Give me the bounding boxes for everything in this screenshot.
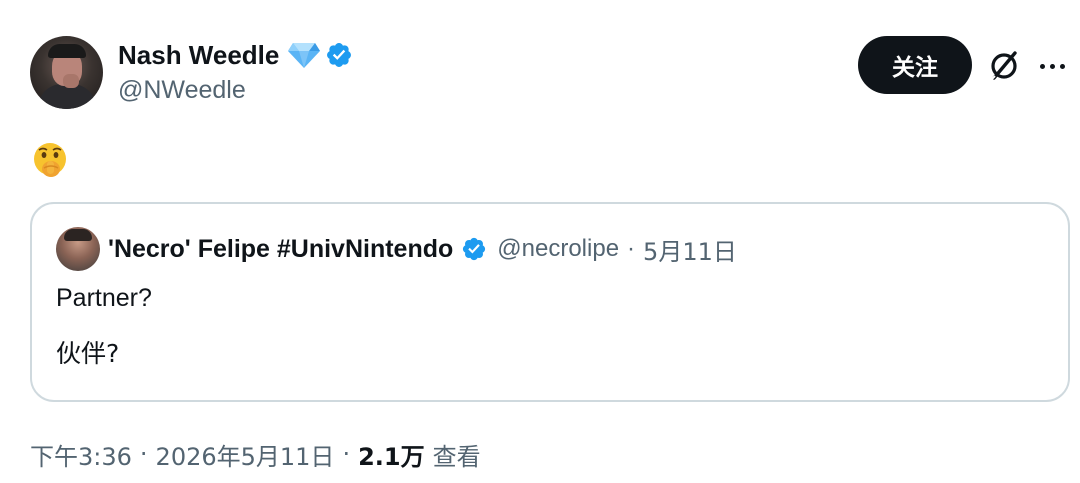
tweet-meta: 下午3:36 · 2026年5月11日 · 2.1万 查看 bbox=[30, 436, 481, 472]
follow-button[interactable]: 关注 bbox=[858, 36, 972, 94]
meta-separator: · bbox=[342, 440, 351, 468]
more-options-icon[interactable] bbox=[1034, 50, 1070, 82]
quoted-verified-icon bbox=[463, 237, 486, 261]
shushing-face-emoji-icon bbox=[34, 143, 66, 177]
tweet-time[interactable]: 下午3:36 bbox=[30, 437, 132, 472]
quoted-author-handle[interactable]: @necrolipe bbox=[497, 235, 619, 263]
quoted-author-avatar[interactable] bbox=[56, 227, 100, 271]
quoted-author-display-name[interactable]: 'Necro' Felipe #UnivNintendo bbox=[108, 235, 453, 264]
author-display-name[interactable]: Nash Weedle bbox=[118, 40, 279, 71]
quoted-tweet-header: 'Necro' Felipe #UnivNintendo @necrolipe … bbox=[108, 232, 737, 266]
tweet: Nash Weedle @NWeedle 关注 'Necro' Felipe #… bbox=[0, 0, 1080, 483]
verified-icon bbox=[327, 43, 352, 67]
quoted-separator: · bbox=[627, 235, 636, 262]
author-handle[interactable]: @NWeedle bbox=[118, 76, 246, 105]
grok-icon[interactable] bbox=[986, 48, 1022, 84]
tweet-date[interactable]: 2026年5月11日 bbox=[156, 437, 335, 472]
quoted-date[interactable]: 5月11日 bbox=[643, 232, 737, 267]
gem-icon bbox=[288, 43, 321, 68]
meta-separator: · bbox=[139, 440, 148, 468]
views-count: 2.1万 bbox=[358, 442, 425, 471]
quoted-tweet-card[interactable]: 'Necro' Felipe #UnivNintendo @necrolipe … bbox=[30, 202, 1070, 402]
quoted-text-line-2: 伙伴? bbox=[56, 339, 120, 368]
author-name-row: Nash Weedle bbox=[118, 38, 353, 72]
quoted-text-line-1: Partner? bbox=[56, 284, 152, 312]
views-label: 查看 bbox=[432, 442, 481, 471]
author-avatar[interactable] bbox=[30, 36, 103, 109]
